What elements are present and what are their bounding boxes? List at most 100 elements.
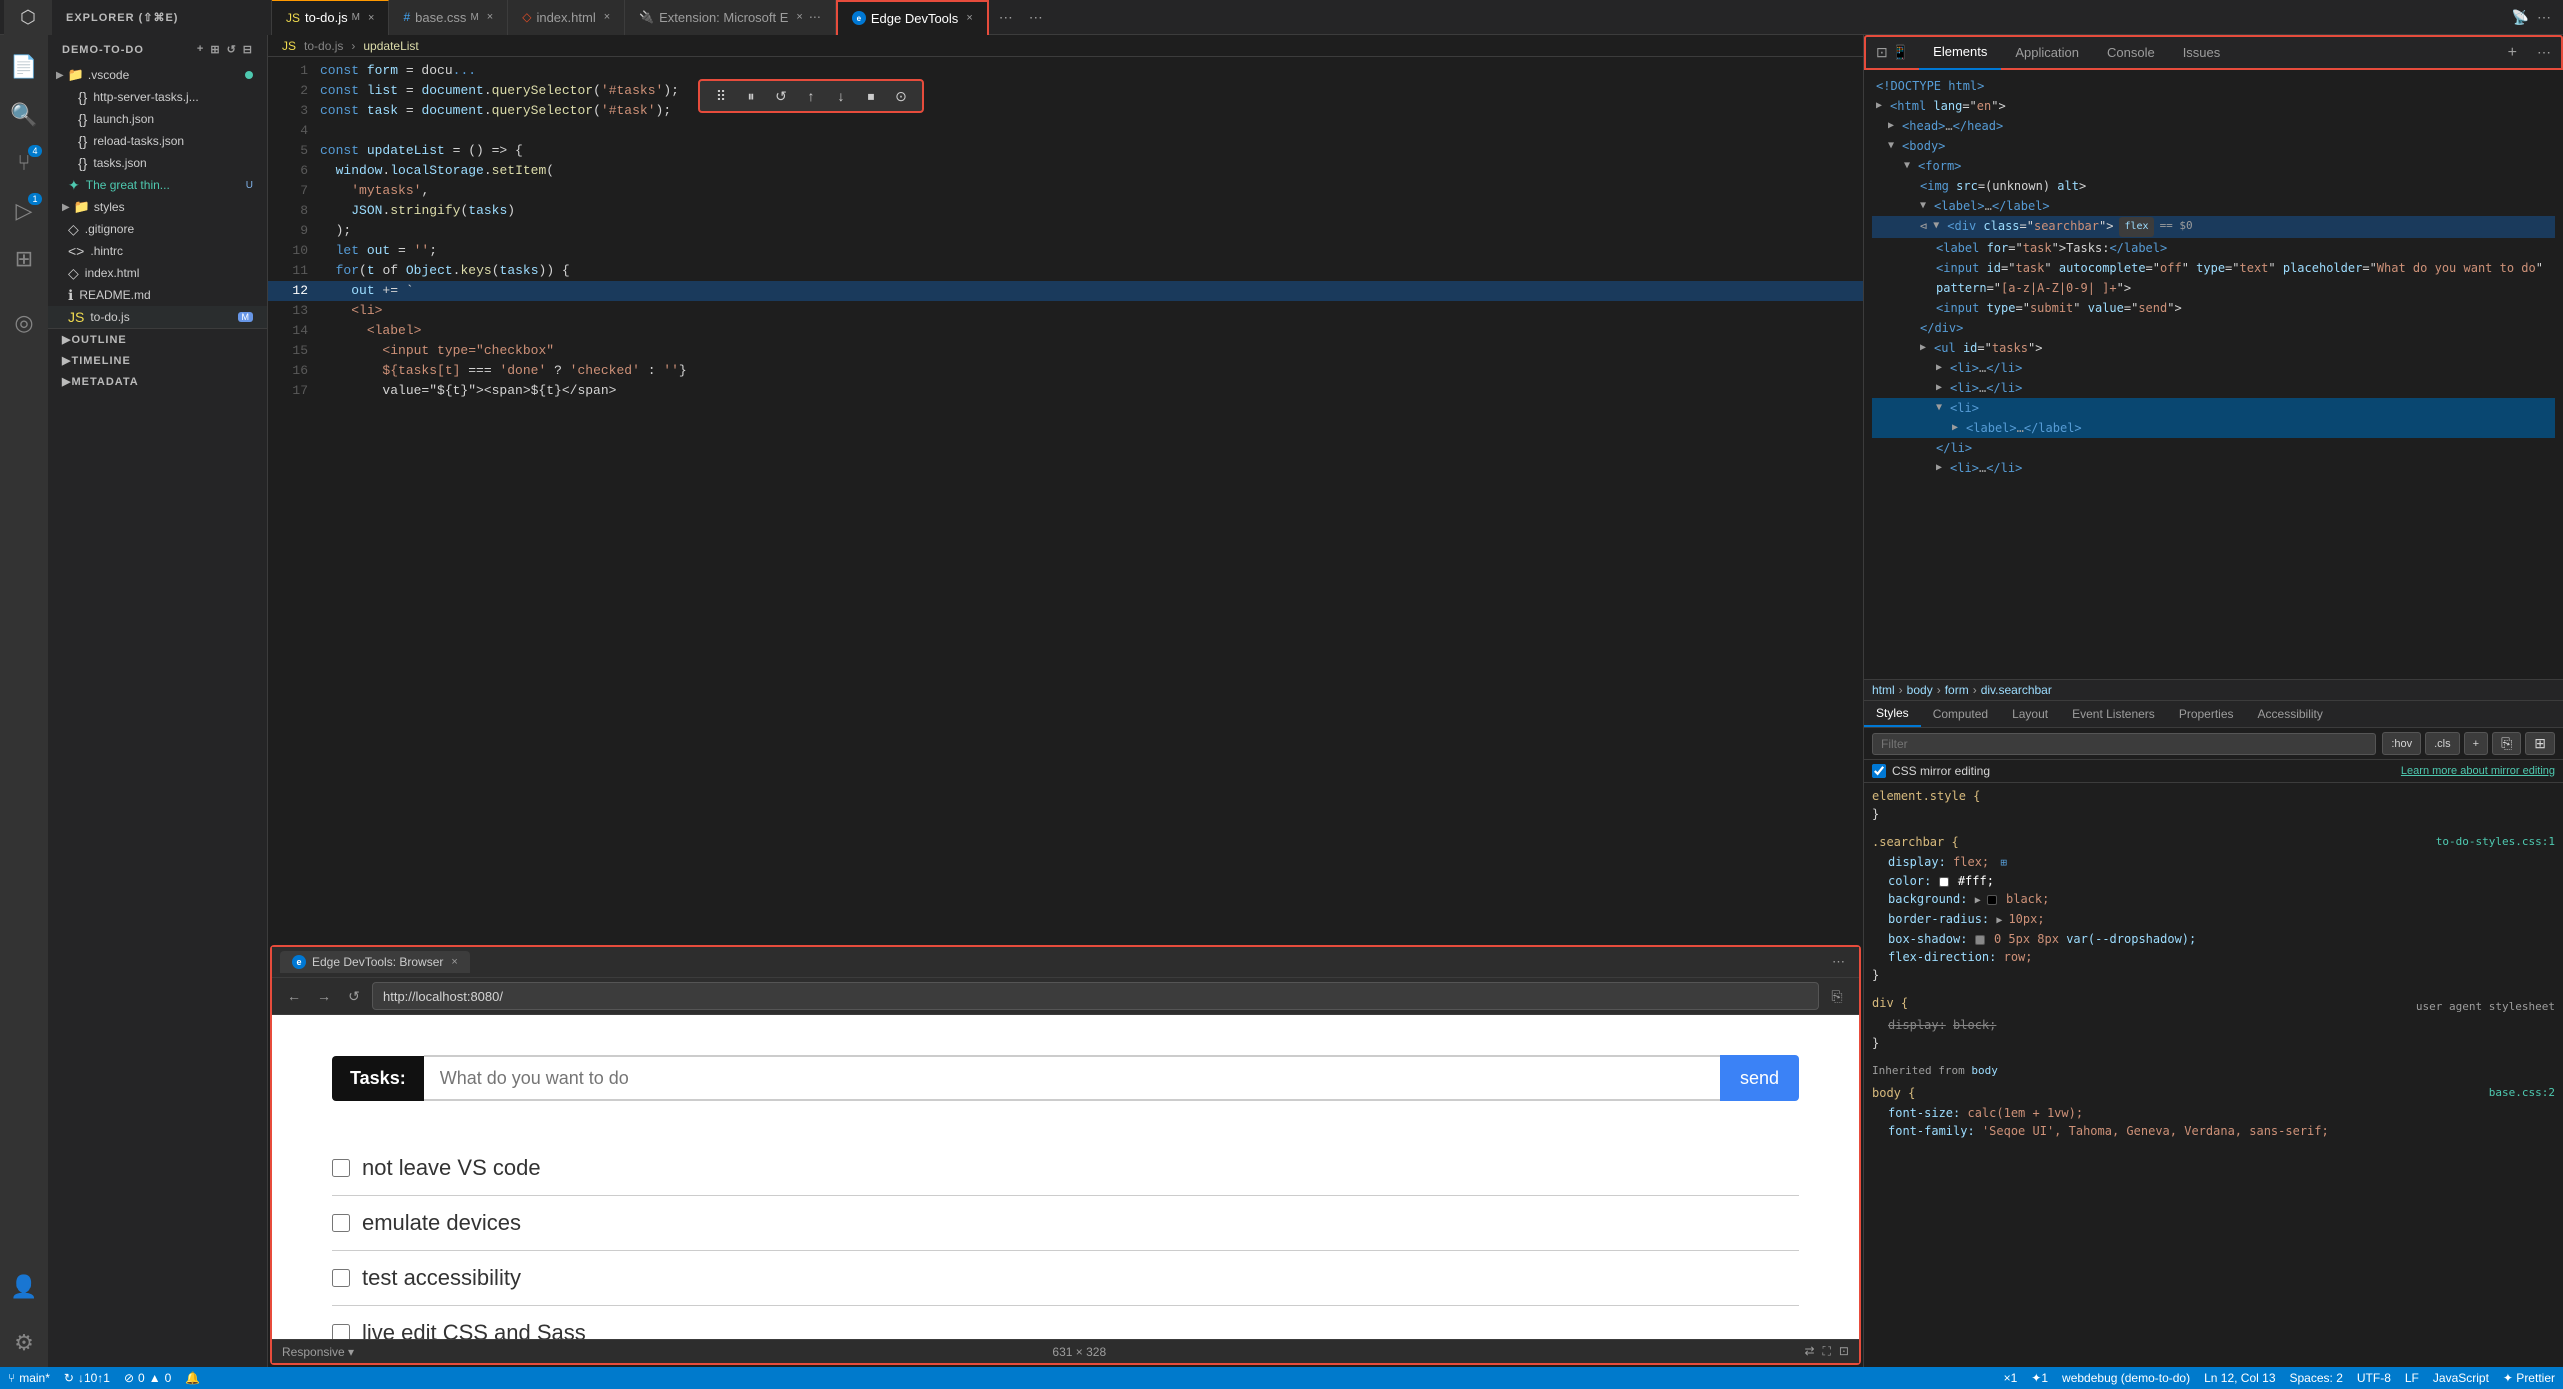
bg-swatch-black[interactable] <box>1987 895 1997 905</box>
tree-form[interactable]: ▼ <form> <box>1872 156 2555 176</box>
sidebar-item-readme[interactable]: ℹ README.md <box>48 284 267 306</box>
hov-filter-btn[interactable]: :hov <box>2382 732 2421 755</box>
sidebar-item-reload[interactable]: {} reload-tasks.json <box>48 130 267 152</box>
devtools-tab-elements[interactable]: Elements <box>1919 35 2001 70</box>
sidebar-item-vscode[interactable]: ▶ 📁 .vscode <box>48 64 267 86</box>
status-errors[interactable]: ⊘ 0 ▲ 0 <box>124 1371 171 1385</box>
cls-filter-btn[interactable]: .cls <box>2425 732 2460 755</box>
tree-label-for-task[interactable]: <label for =" task "> Tasks: </label> <box>1872 238 2555 258</box>
tree-div-close[interactable]: </div> <box>1872 318 2555 338</box>
fullscreen-icon[interactable]: ⛶ <box>1823 1344 1831 1359</box>
collapse-all-icon[interactable]: ⊟ <box>243 43 253 56</box>
activity-explorer[interactable]: 📄 <box>0 43 48 91</box>
css-tab-accessibility[interactable]: Accessibility <box>2246 702 2335 726</box>
browser-tab-close[interactable]: × <box>451 956 457 968</box>
browser-mirror-btn[interactable]: ⎘ <box>1825 984 1849 1008</box>
status-eol[interactable]: LF <box>2405 1371 2419 1385</box>
debug-step-up-btn[interactable]: ↑ <box>800 85 822 107</box>
devtools-tab-application[interactable]: Application <box>2001 35 2093 70</box>
devtools-node-pin[interactable]: ⊲ <box>1920 217 1927 235</box>
url-bar[interactable] <box>372 982 1819 1010</box>
todo-input[interactable] <box>424 1055 1720 1101</box>
css-filter-input[interactable] <box>1872 733 2376 755</box>
forward-btn[interactable]: → <box>312 984 336 1008</box>
status-star[interactable]: ✦1 <box>2031 1371 2048 1385</box>
copy-css-btn[interactable]: ⎘ <box>2492 732 2521 755</box>
tab-base-css[interactable]: # base.css M × <box>389 0 508 35</box>
css-tab-layout[interactable]: Layout <box>2000 702 2060 726</box>
code-editor[interactable]: 1 const form = docu... 2 const list = do… <box>268 57 1863 943</box>
activity-extensions[interactable]: ⊞ <box>0 235 48 283</box>
activity-search[interactable]: 🔍 <box>0 91 48 139</box>
sidebar-item-the-great-thing[interactable]: ✦ The great thin... U <box>48 174 267 196</box>
activity-settings[interactable]: ⚙ <box>0 1319 48 1367</box>
todo-checkbox-2[interactable] <box>332 1269 350 1287</box>
tree-ul-tasks[interactable]: ▶ <ul id =" tasks "> <box>1872 338 2555 358</box>
tree-html[interactable]: ▶ <html lang =" en "> <box>1872 96 2555 116</box>
tree-li-4[interactable]: ▶ <li> … </li> <box>1872 458 2555 478</box>
tab-close-base-css[interactable]: × <box>487 11 493 23</box>
responsive-label[interactable]: Responsive ▾ <box>282 1345 354 1359</box>
status-git-branch[interactable]: ⑂ main* <box>8 1371 50 1385</box>
css-tab-properties[interactable]: Properties <box>2167 702 2246 726</box>
sidebar-item-launch[interactable]: {} launch.json <box>48 108 267 130</box>
add-css-btn[interactable]: + <box>2464 732 2488 755</box>
tab-close-index-html[interactable]: × <box>604 11 610 23</box>
debug-restart-btn[interactable]: ↺ <box>770 85 792 107</box>
debug-stop-circle-btn[interactable]: ⊙ <box>890 85 912 107</box>
sidebar-item-todo-js[interactable]: JS to-do.js M <box>48 306 267 328</box>
tab-close-ext[interactable]: × <box>796 11 802 23</box>
tab-index-html[interactable]: ◇ index.html × <box>508 0 625 35</box>
tab-to-do-js[interactable]: JS to-do.js M × <box>272 0 389 35</box>
mirror-learn-more-link[interactable]: Learn more about mirror editing <box>2401 765 2555 777</box>
sidebar-item-http-server[interactable]: {} http-server-tasks.j... <box>48 86 267 108</box>
bc-html[interactable]: html <box>1872 683 1895 697</box>
metadata-toggle[interactable]: ▶ METADATA <box>48 371 267 392</box>
tree-div-searchbar[interactable]: ⊲ ▼ <div class =" searchbar "> flex == $… <box>1872 216 2555 238</box>
status-cursor-pos[interactable]: Ln 12, Col 13 <box>2204 1371 2275 1385</box>
status-multiply[interactable]: ×1 <box>2004 1371 2018 1385</box>
debug-move-btn[interactable]: ⠿ <box>710 85 732 107</box>
color-swatch-white[interactable] <box>1939 877 1949 887</box>
back-btn[interactable]: ← <box>282 984 306 1008</box>
css-source-searchbar[interactable]: to-do-styles.css:1 <box>2436 833 2555 851</box>
broadcast-icon[interactable]: 📡 <box>2512 9 2529 26</box>
status-encoding[interactable]: UTF-8 <box>2357 1371 2391 1385</box>
devtools-more-btn[interactable]: ⋯ <box>2527 44 2561 61</box>
mirror-page-icon[interactable]: ⊡ <box>1839 1344 1849 1359</box>
todo-send-btn[interactable]: send <box>1720 1055 1799 1101</box>
tree-img[interactable]: <img src =(unknown) alt > <box>1872 176 2555 196</box>
activity-remote[interactable]: ◎ <box>0 299 48 347</box>
more-css-btn[interactable]: ⊞ <box>2525 732 2555 755</box>
timeline-toggle[interactable]: ▶ TIMELINE <box>48 350 267 371</box>
tree-head[interactable]: ▶ <head> … </head> <box>1872 116 2555 136</box>
tree-label-li3[interactable]: ▶ <label> … </label> <box>1872 418 2555 438</box>
sidebar-item-hintrc[interactable]: <> .hintrc <box>48 240 267 262</box>
new-folder-icon[interactable]: ⊞ <box>210 43 220 56</box>
tree-input-pattern[interactable]: pattern =" [a-z|A-Z|0-9| ]+ "> <box>1872 278 2555 298</box>
css-tab-styles[interactable]: Styles <box>1864 701 1921 727</box>
tab-extension[interactable]: 🔌 Extension: Microsoft E × ⋯ <box>625 0 836 35</box>
debug-step-down-btn[interactable]: ↓ <box>830 85 852 107</box>
status-sync[interactable]: ↻ ↓10↑1 <box>64 1371 110 1385</box>
tree-input-text[interactable]: <input id =" task " autocomplete =" off … <box>1872 258 2555 278</box>
tab-close-devtools[interactable]: × <box>966 12 972 24</box>
sidebar-item-gitignore[interactable]: ◇ .gitignore <box>48 218 267 240</box>
status-notifications[interactable]: 🔔 <box>185 1371 200 1385</box>
tab-more-btn[interactable]: ⋯ <box>1023 9 1049 26</box>
tree-li-close[interactable]: </li> <box>1872 438 2555 458</box>
outline-toggle[interactable]: ▶ OUTLINE <box>48 329 267 350</box>
bc-form[interactable]: form <box>1945 683 1969 697</box>
css-tab-computed[interactable]: Computed <box>1921 702 2000 726</box>
status-formatter[interactable]: ✦ Prettier <box>2503 1371 2555 1385</box>
todo-checkbox-1[interactable] <box>332 1214 350 1232</box>
tree-input-submit[interactable]: <input type =" submit " value =" send "> <box>1872 298 2555 318</box>
activity-run[interactable]: ▷ 1 <box>0 187 48 235</box>
browser-tab-more[interactable]: ⋯ <box>1826 954 1851 970</box>
sidebar-item-index[interactable]: ◇ index.html <box>48 262 267 284</box>
status-spaces[interactable]: Spaces: 2 <box>2290 1371 2343 1385</box>
activity-account[interactable]: 👤 <box>0 1263 48 1311</box>
browser-tab-devtools[interactable]: e Edge DevTools: Browser × <box>280 951 470 973</box>
new-file-icon[interactable]: + <box>197 43 204 56</box>
activity-git[interactable]: ⑂ 4 <box>0 139 48 187</box>
